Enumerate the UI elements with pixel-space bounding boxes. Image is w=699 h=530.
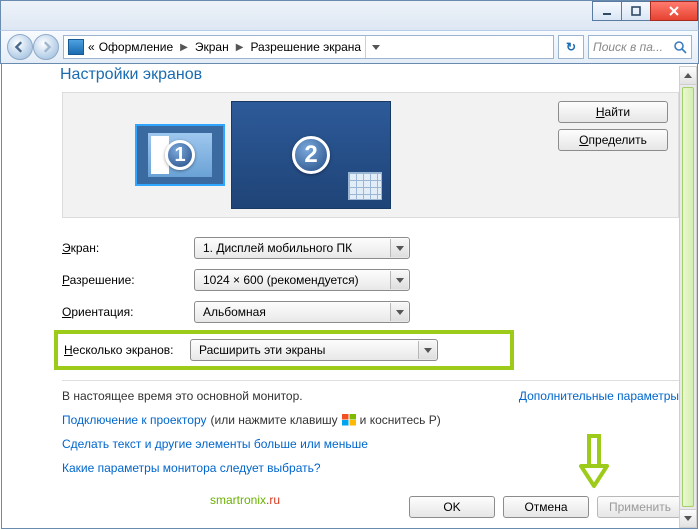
divider (62, 380, 679, 381)
label-orientation: Ориентация: (62, 305, 194, 319)
address-bar[interactable]: « Оформление ▶ Экран ▶ Разрешение экрана (63, 35, 554, 59)
scroll-down-button[interactable] (680, 509, 696, 527)
screen-value: 1. Дисплей мобильного ПК (203, 241, 352, 255)
advanced-settings-link[interactable]: Дополнительные параметры (519, 389, 679, 403)
chevron-down-icon (390, 271, 408, 289)
chevron-down-icon (390, 303, 408, 321)
maximize-button[interactable] (621, 1, 651, 21)
watermark-1: smartronix (210, 493, 266, 507)
scroll-up-button[interactable] (680, 67, 696, 85)
nav-forward-button[interactable] (33, 34, 59, 60)
label-screen: Экран: (62, 241, 194, 255)
scroll-thumb[interactable] (682, 87, 694, 507)
nav-back-button[interactable] (7, 34, 33, 60)
screen-select[interactable]: 1. Дисплей мобильного ПК (194, 237, 410, 259)
chevron-right-icon: ▶ (236, 42, 244, 53)
watermark-2: .ru (266, 493, 280, 507)
label-multiple: Несколько экранов: (64, 343, 190, 357)
chevron-down-icon (418, 341, 436, 359)
refresh-button[interactable]: ↻ (558, 35, 584, 59)
monitor-1[interactable]: 1 (135, 124, 225, 186)
identify-button[interactable]: Определить (558, 129, 668, 151)
multiple-select[interactable]: Расширить эти экраны (190, 339, 438, 361)
chevron-down-icon (390, 239, 408, 257)
window-titlebar (0, 0, 699, 30)
resolution-value: 1024 × 600 (рекомендуется) (203, 273, 359, 287)
close-button[interactable] (650, 1, 698, 21)
search-input[interactable]: Поиск в па... (588, 35, 692, 59)
resolution-select[interactable]: 1024 × 600 (рекомендуется) (194, 269, 410, 291)
annotation-arrow-icon (577, 434, 611, 490)
search-icon (673, 40, 687, 54)
control-panel-icon (68, 39, 84, 55)
watermark: smartronix.ru (210, 478, 280, 512)
row-screen: Экран: 1. Дисплей мобильного ПК (62, 232, 679, 264)
content-area: Настройки экранов 1 2 Найти Определить Э… (1, 64, 698, 529)
chevron-right-icon: ▶ (180, 42, 188, 53)
label-resolution: Разрешение: (62, 273, 194, 287)
minimize-button[interactable] (592, 1, 622, 21)
dialog-buttons: OK Отмена Применить (409, 496, 683, 518)
grid-icon (348, 172, 382, 200)
apply-button: Применить (597, 496, 683, 518)
display-preview: 1 2 Найти Определить (62, 92, 679, 218)
projector-text-1: (или нажмите клавишу (211, 413, 338, 427)
primary-monitor-note: В настоящее время это основной монитор. … (62, 389, 679, 403)
projector-link[interactable]: Подключение к проектору (62, 413, 207, 427)
orientation-select[interactable]: Альбомная (194, 301, 410, 323)
crumb-2[interactable]: Экран (195, 40, 229, 54)
vertical-scrollbar[interactable] (679, 66, 697, 528)
monitor-2[interactable]: 2 (231, 101, 391, 209)
ok-button[interactable]: OK (409, 496, 495, 518)
multiple-value: Расширить эти экраны (199, 343, 325, 357)
find-button[interactable]: Найти (558, 101, 668, 123)
which-params-link[interactable]: Какие параметры монитора следует выбрать… (62, 461, 321, 475)
crumb-1[interactable]: Оформление (99, 40, 173, 54)
crumb-back: « (88, 40, 95, 54)
search-placeholder: Поиск в па... (593, 40, 673, 54)
row-multiple-highlighted: Несколько экранов: Расширить эти экраны (54, 330, 514, 370)
monitor-2-number: 2 (292, 136, 330, 174)
nav-back-forward (7, 34, 59, 60)
orientation-value: Альбомная (203, 305, 266, 319)
row-resolution: Разрешение: 1024 × 600 (рекомендуется) (62, 264, 679, 296)
cancel-button[interactable]: Отмена (503, 496, 589, 518)
nav-bar: « Оформление ▶ Экран ▶ Разрешение экрана… (0, 30, 699, 64)
crumb-3[interactable]: Разрешение экрана (250, 40, 361, 54)
page-title: Настройки экранов (60, 66, 679, 84)
monitor-1-number: 1 (165, 140, 195, 170)
textsize-link[interactable]: Сделать текст и другие элементы больше и… (62, 437, 368, 451)
note-text: В настоящее время это основной монитор. (62, 389, 303, 403)
windows-key-icon (342, 414, 356, 426)
address-dropdown[interactable] (365, 36, 385, 58)
projector-text-2: и коснитесь P) (360, 413, 441, 427)
projector-line: Подключение к проектору (или нажмите кла… (62, 413, 679, 427)
row-orientation: Ориентация: Альбомная (62, 296, 679, 328)
